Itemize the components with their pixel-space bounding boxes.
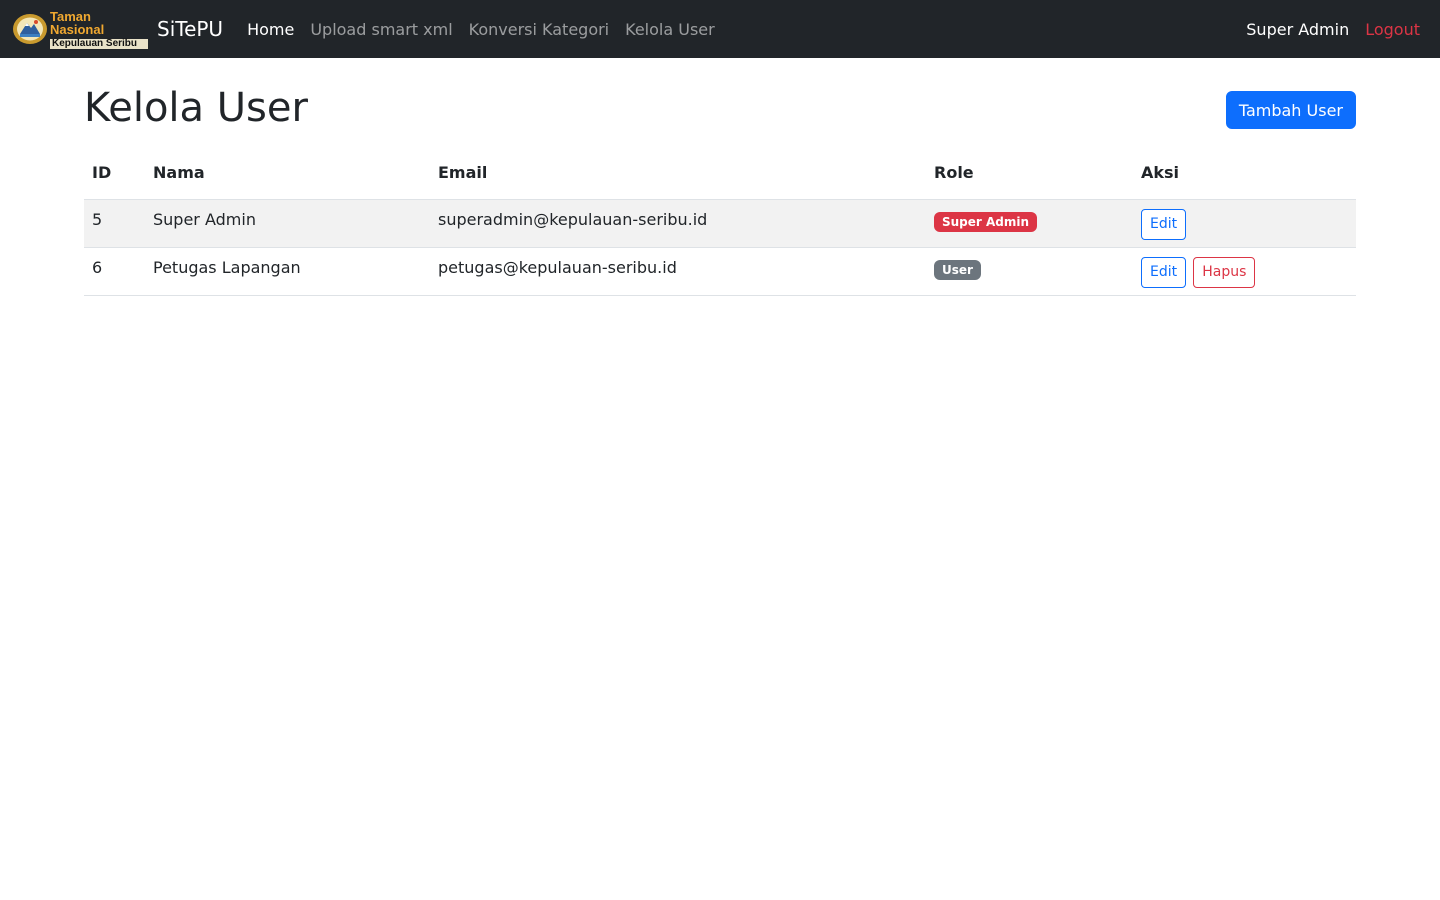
nav-link-konversi-kategori[interactable]: Konversi Kategori (461, 20, 617, 39)
main-content: Kelola User Tambah User ID Nama Email Ro… (84, 58, 1356, 296)
cell-actions: Edit Hapus (1133, 247, 1356, 296)
cell-role: User (926, 247, 1133, 296)
brand[interactable]: Taman Nasional Kepulauan Seribu SiTePU (12, 0, 223, 58)
cell-nama: Petugas Lapangan (145, 247, 430, 296)
cell-actions: Edit (1133, 199, 1356, 248)
top-navbar: Taman Nasional Kepulauan Seribu SiTePU H… (0, 0, 1440, 58)
page-title: Kelola User (84, 85, 308, 131)
add-user-button[interactable]: Tambah User (1225, 91, 1356, 129)
nav-link-upload-smart-xml[interactable]: Upload smart xml (302, 20, 460, 39)
cell-email: superadmin@kepulauan-seribu.id (430, 199, 926, 248)
cell-id: 5 (84, 199, 145, 248)
delete-button[interactable]: Hapus (1193, 256, 1256, 288)
nav-user-area: Super Admin Logout (1246, 20, 1428, 39)
nav-links: Home Upload smart xml Konversi Kategori … (239, 20, 723, 39)
current-user-name: Super Admin (1246, 19, 1350, 39)
taman-nasional-logo[interactable]: Taman Nasional Kepulauan Seribu (12, 9, 148, 49)
column-header-nama: Nama (145, 163, 430, 200)
table-row: 5 Super Admin superadmin@kepulauan-serib… (84, 199, 1356, 248)
logo-subtitle: Kepulauan Seribu (50, 39, 148, 49)
cell-role: Super Admin (926, 199, 1133, 248)
column-header-aksi: Aksi (1133, 163, 1356, 200)
role-badge: Super Admin (934, 211, 1038, 232)
table-row: 6 Petugas Lapangan petugas@kepulauan-ser… (84, 247, 1356, 296)
cell-nama: Super Admin (145, 199, 430, 248)
logout-link[interactable]: Logout (1365, 20, 1420, 39)
logo-title: Taman Nasional (50, 9, 105, 37)
edit-button[interactable]: Edit (1141, 208, 1187, 240)
nav-link-kelola-user[interactable]: Kelola User (617, 20, 723, 39)
cell-id: 6 (84, 247, 145, 296)
role-badge: User (934, 259, 981, 280)
cell-email: petugas@kepulauan-seribu.id (430, 247, 926, 296)
column-header-role: Role (926, 163, 1133, 200)
page-header: Kelola User Tambah User (84, 84, 1356, 132)
taman-nasional-emblem-icon (13, 14, 47, 44)
users-table: ID Nama Email Role Aksi 5 Super Admin su… (84, 163, 1356, 296)
column-header-id: ID (84, 163, 145, 200)
table-header-row: ID Nama Email Role Aksi (84, 163, 1356, 200)
site-name[interactable]: SiTePU (157, 17, 223, 41)
column-header-email: Email (430, 163, 926, 200)
edit-button[interactable]: Edit (1141, 256, 1187, 288)
nav-link-home[interactable]: Home (239, 20, 302, 39)
